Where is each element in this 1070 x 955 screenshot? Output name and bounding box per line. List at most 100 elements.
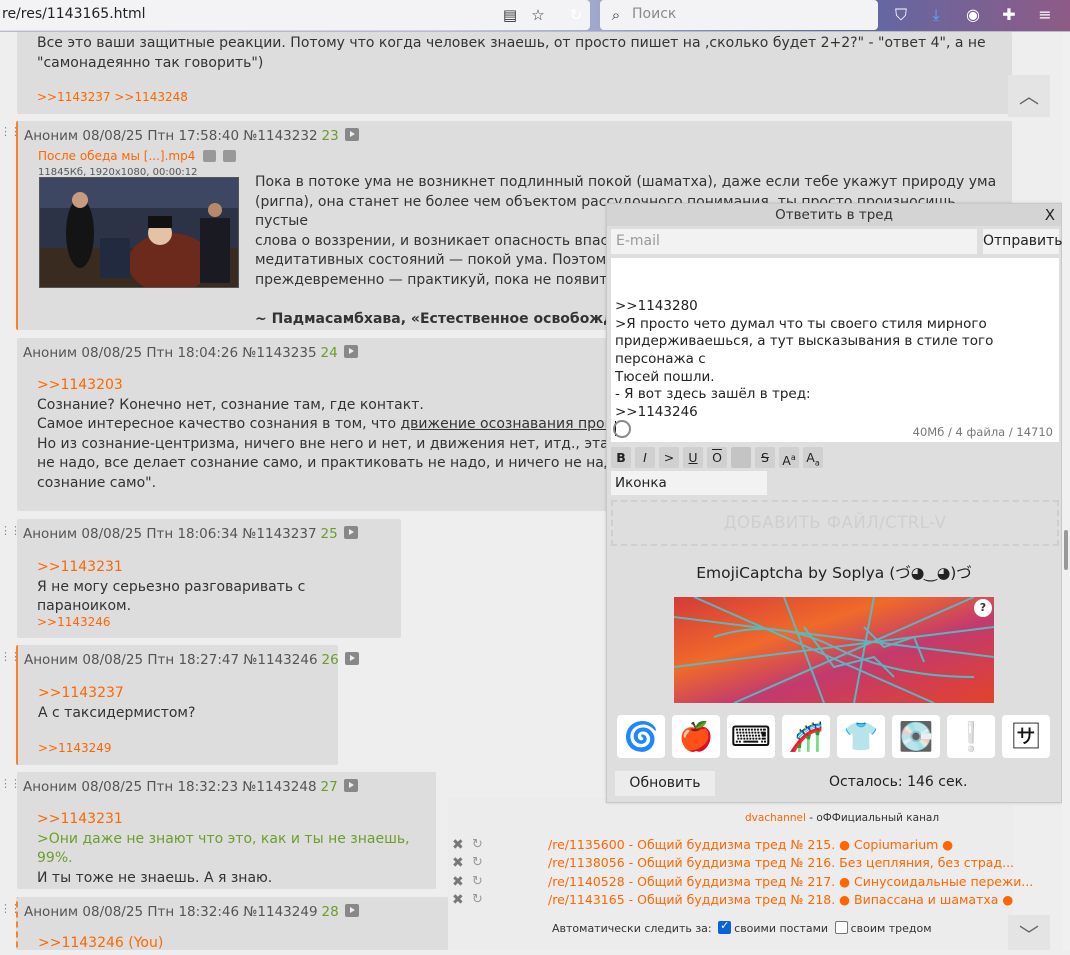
superscript-button[interactable]: Aa [779,447,799,468]
add-file-button[interactable]: ДОБАВИТЬ ФАЙЛ/CTRL-V [611,500,1059,546]
sage-icon[interactable] [613,420,631,438]
post-replies[interactable]: >>1143237 >>1143248 [37,88,188,108]
image-search-icon[interactable] [203,150,217,162]
refresh-icon[interactable]: ↻ [472,855,483,871]
keyboard-icon[interactable]: ⌨ [727,715,775,758]
strike-button[interactable]: S [755,447,775,468]
search-input[interactable]: ⌕ Поиск [600,0,878,30]
overline-button[interactable]: O [707,447,727,468]
channel-link[interactable]: dvachannel [745,812,806,824]
floppy-disk-icon[interactable]: 💽 [892,715,940,758]
bookmark-star-icon[interactable]: ☆ [528,5,548,25]
post-replies[interactable]: >>1143249 [38,739,112,759]
watch-own-posts-checkbox[interactable] [718,919,732,934]
scrollbar-thumb[interactable] [1064,530,1068,570]
italic-button[interactable]: I [635,447,655,468]
post-number[interactable]: 23 [322,128,339,144]
watch-own-thread-checkbox[interactable] [834,921,848,934]
post-body: >>1143231 Я не могу серьезно разговарива… [37,558,401,617]
spiral-icon[interactable]: 🌀 [617,715,665,758]
reply-link[interactable]: >>1143231 [37,810,436,830]
send-button[interactable]: Отправить [983,229,1063,254]
fav-thread-link[interactable]: /re/1138056 - Общий буддизма тред № 216.… [548,855,1014,871]
auto-watch-label: Автоматически следить за: [552,922,712,935]
reply-form: Ответить в тред X E-mail Отправить >>114… [606,203,1063,803]
post-replies[interactable]: >>1143246 [37,613,111,633]
scroll-up-button[interactable]: ︿ [1008,75,1050,117]
scrollbar[interactable] [1062,32,1070,950]
refresh-icon[interactable]: ↻ [472,874,483,890]
play-icon[interactable] [343,526,358,539]
subscript-button[interactable]: Aa [803,447,823,468]
icon-select[interactable]: Иконка [611,471,767,495]
play-icon[interactable] [343,779,358,792]
reply-link[interactable]: >>1143203 [37,376,648,396]
message-textarea[interactable]: >>1143280 >Я просто чето думал что ты сво… [611,258,1059,442]
superscript-label: A [782,453,791,469]
refresh-icon[interactable]: ↻ [472,837,483,853]
address-bar[interactable]: re/res/1143165.html ▤ ☆ ↻ [0,0,590,30]
captcha-title: EmojiCaptcha by Soplya (づ◕‿◕)づ [696,564,972,582]
watch-own-posts-label: своими постами [734,922,829,935]
remove-icon[interactable]: ✖ [452,837,464,853]
remove-icon[interactable]: ✖ [452,874,464,890]
post-number[interactable]: 28 [322,904,339,920]
fav-thread-link[interactable]: /re/1140528 - Общий буддизма тред № 217.… [548,874,1033,890]
play-icon[interactable] [344,652,359,665]
reply-link[interactable]: >>1143246 (You) [38,934,163,954]
quote-button[interactable]: > [659,447,679,468]
reader-view-icon[interactable]: ▤ [500,5,520,25]
reply-link[interactable]: >>1143237 [38,684,195,704]
reply-link[interactable]: >>1143231 [37,558,401,578]
profile-avatar-icon[interactable]: ◉ [962,4,984,26]
post-meta: Аноним 08/08/25 Птн 18:32:46 №1143249 [24,904,318,920]
post-number[interactable]: 24 [321,345,338,361]
refresh-captcha-button[interactable]: Обновить [615,771,715,796]
tshirt-icon[interactable]: 👕 [837,715,885,758]
message-line: >>1143246 [615,403,698,420]
apple-icon[interactable]: 🍎 [672,715,720,758]
fav-thread-link[interactable]: /re/1135600 - Общий буддизма тред № 215.… [548,837,953,853]
email-field[interactable]: E-mail [611,229,977,254]
refresh-icon[interactable]: ↻ [472,892,483,908]
scroll-down-button[interactable]: ﹀ [1008,915,1050,950]
post-line: Но из сознание-центризма, ничего вне нег… [37,435,641,452]
search-placeholder: Поиск [632,6,677,22]
post-number[interactable]: 26 [322,652,339,668]
post-header: Аноним 08/08/25 Птн 18:04:26 №1143235 24 [23,344,358,364]
bold-button[interactable]: B [611,447,631,468]
reload-icon[interactable]: ↻ [566,5,586,25]
pocket-icon[interactable]: ⛉ [890,4,912,26]
auto-watch: Автоматически следить за: своими постами… [552,919,932,935]
post: Аноним 08/08/25 Птн 18:32:46 №1143249 28 … [16,897,456,951]
post-number[interactable]: 27 [321,779,338,795]
play-icon[interactable] [344,904,359,917]
post-number[interactable]: 25 [321,526,338,542]
katakana-sa-icon[interactable]: 🈂 [1002,715,1050,758]
underline-button[interactable]: U [683,447,703,468]
play-icon[interactable] [344,128,359,141]
remove-icon[interactable]: ✖ [452,892,464,908]
remove-icon[interactable]: ✖ [452,855,464,871]
video-thumbnail[interactable] [39,177,239,288]
download-icon[interactable]: ⤓ [925,4,947,26]
roller-coaster-icon[interactable]: 🎢 [782,715,830,758]
close-button[interactable]: X [1045,204,1055,226]
post-header: Аноним 08/08/25 Птн 18:32:46 №1143249 28 [24,903,359,923]
reply-form-title[interactable]: Ответить в тред [607,204,1061,226]
menu-icon[interactable]: ≡ [1034,4,1056,26]
post-meta: Аноним 08/08/25 Птн 18:27:47 №1143246 [24,652,318,668]
captcha-help-button[interactable]: ? [974,599,992,617]
message-line: >Я просто чето думал что ты своего стиля… [615,315,987,332]
fav-thread-link[interactable]: /re/1143165 - Общий буддизма тред № 218.… [548,892,1013,908]
spoiler-button[interactable] [731,447,751,468]
extensions-icon[interactable]: ✚ [998,4,1020,26]
post-body: >>1143237 А с таксидермистом? [38,684,195,723]
download-file-icon[interactable] [222,150,236,162]
file-name-text[interactable]: После обеда мы [...].mp4 [38,149,195,163]
post: Аноним 08/08/25 Птн 18:32:23 №1143248 27 … [17,772,436,889]
post-body: >>1143246 (You) [38,934,163,954]
exclamation-icon[interactable]: ❕ [947,715,995,758]
post-line: А с таксидермистом? [38,704,196,721]
play-icon[interactable] [343,345,358,358]
